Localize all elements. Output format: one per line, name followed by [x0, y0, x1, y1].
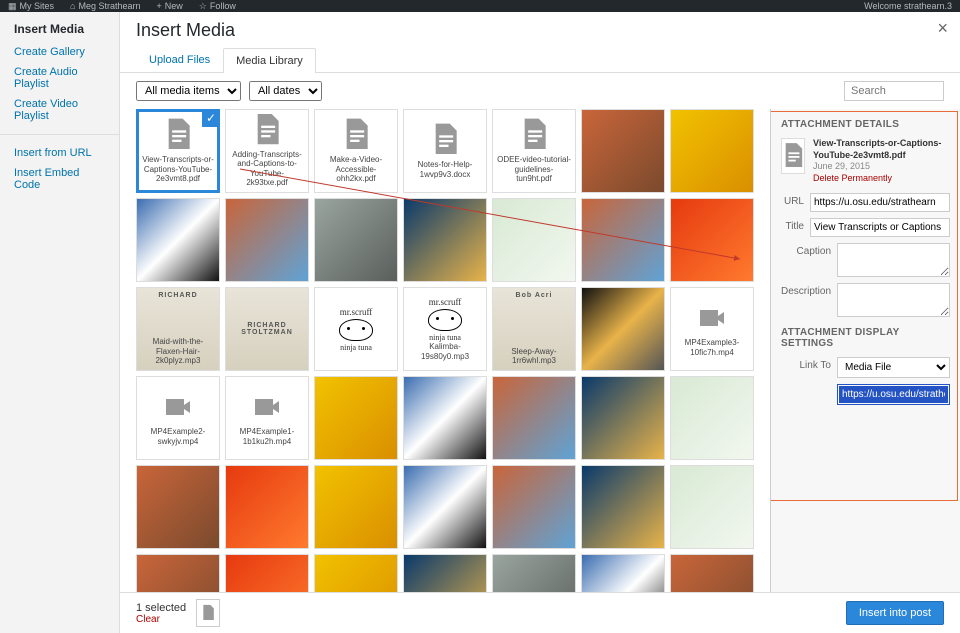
delete-permanently-link[interactable]: Delete Permanently [813, 173, 950, 185]
media-tile[interactable] [314, 198, 398, 282]
media-tile[interactable] [581, 465, 665, 549]
media-tile[interactable] [136, 198, 220, 282]
selected-thumb[interactable] [196, 599, 220, 627]
media-tile[interactable]: MP4Example1-1b1ku2h.mp4 [225, 376, 309, 460]
media-tile[interactable] [670, 465, 754, 549]
media-tile[interactable]: RICHARD STOLTZMAN [225, 287, 309, 371]
media-tile[interactable] [136, 465, 220, 549]
detail-thumbnail [781, 138, 805, 174]
media-tile[interactable] [403, 554, 487, 592]
display-settings-heading: ATTACHMENT DISPLAY SETTINGS [781, 327, 950, 349]
details-heading: ATTACHMENT DETAILS [781, 119, 950, 130]
media-tile[interactable] [314, 554, 398, 592]
attachment-details-panel: ATTACHMENT DETAILS View-Transcripts-or-C… [770, 109, 960, 592]
media-tile[interactable] [581, 554, 665, 592]
filters-toolbar: All media items All dates [120, 73, 960, 109]
url-label: URL [781, 193, 810, 207]
media-tile[interactable]: MP4Example3-10fic7h.mp4 [670, 287, 754, 371]
description-label: Description [781, 283, 837, 297]
modal-footer: 1 selected Clear Insert into post [120, 592, 960, 633]
caption-label: Caption [781, 243, 837, 257]
media-tile[interactable]: mr.scruffninja tunaKalimba-19s80y0.mp3 [403, 287, 487, 371]
admin-new[interactable]: + New [157, 1, 183, 12]
media-grid-scroll[interactable]: View-Transcripts-or-Captions-YouTube-2e3… [120, 109, 770, 592]
admin-home[interactable]: ⌂ Meg Strathearn [70, 1, 140, 12]
menu-title: Insert Media [0, 22, 119, 42]
plus-icon: + [157, 1, 162, 11]
media-tile[interactable] [492, 376, 576, 460]
caption-input[interactable] [837, 243, 950, 277]
url-input[interactable] [810, 193, 950, 212]
tab-media-library[interactable]: Media Library [223, 48, 316, 73]
filter-date-select[interactable]: All dates [249, 81, 322, 101]
home-icon: ⌂ [70, 1, 75, 11]
filter-type-select[interactable]: All media items [136, 81, 241, 101]
star-icon: ☆ [199, 1, 207, 12]
tabs: Upload Files Media Library [120, 41, 960, 73]
media-tile[interactable] [581, 198, 665, 282]
modal-title: Insert Media [136, 20, 944, 41]
media-tile[interactable] [670, 198, 754, 282]
detail-date: June 29, 2015 [813, 161, 950, 173]
media-tile[interactable]: Adding-Transcripts-and-Captions-to-YouTu… [225, 109, 309, 193]
media-tile[interactable] [403, 198, 487, 282]
media-tile[interactable]: Make-a-Video-Accessible-ohh2kx.pdf [314, 109, 398, 193]
media-tile[interactable]: ODEE-video-tutorial-guidelines-tun9ht.pd… [492, 109, 576, 193]
media-tile[interactable]: Bob AcriSleep-Away-1rr6whl.mp3 [492, 287, 576, 371]
menu-insert-url[interactable]: Insert from URL [0, 143, 119, 163]
media-tile[interactable]: MP4Example2-swkyjv.mp4 [136, 376, 220, 460]
search-input[interactable] [844, 81, 944, 101]
close-button[interactable]: × [937, 18, 948, 39]
clear-selection-link[interactable]: Clear [136, 614, 186, 625]
media-tile[interactable] [581, 109, 665, 193]
sites-icon: ▦ [8, 1, 17, 12]
linkto-label: Link To [781, 357, 837, 371]
menu-create-gallery[interactable]: Create Gallery [0, 42, 119, 62]
media-tile[interactable]: RICHARDMaid-with-the-Flaxen-Hair-2k0plyz… [136, 287, 220, 371]
menu-separator [0, 134, 119, 135]
media-tile[interactable] [670, 109, 754, 193]
modal-header: Insert Media × [120, 12, 960, 41]
admin-mysites[interactable]: ▦ My Sites [8, 1, 54, 12]
media-tile[interactable]: mr.scruffninja tuna [314, 287, 398, 371]
selected-check-icon: ✓ [202, 109, 220, 127]
selection-count: 1 selected [136, 602, 186, 614]
admin-welcome[interactable]: Welcome strathearn.3 [864, 1, 952, 11]
media-tile[interactable]: Notes-for-Help-1wvp9v3.docx [403, 109, 487, 193]
linkto-url-input[interactable] [839, 386, 948, 403]
modal-sidebar-menu: Insert Media Create Gallery Create Audio… [0, 12, 120, 633]
media-tile[interactable] [225, 465, 309, 549]
media-tile[interactable] [225, 554, 309, 592]
media-modal: Insert Media Create Gallery Create Audio… [0, 12, 960, 633]
menu-insert-embed[interactable]: Insert Embed Code [0, 163, 119, 195]
tab-upload-files[interactable]: Upload Files [136, 47, 223, 72]
admin-follow[interactable]: ☆ Follow [199, 1, 236, 12]
menu-create-video[interactable]: Create Video Playlist [0, 94, 119, 126]
title-label: Title [781, 218, 810, 232]
media-tile[interactable]: View-Transcripts-or-Captions-YouTube-2e3… [136, 109, 220, 193]
media-tile[interactable] [492, 198, 576, 282]
media-tile[interactable] [403, 376, 487, 460]
media-tile[interactable] [403, 465, 487, 549]
media-tile[interactable] [581, 287, 665, 371]
media-tile[interactable] [581, 376, 665, 460]
insert-into-post-button[interactable]: Insert into post [846, 601, 944, 625]
description-input[interactable] [837, 283, 950, 317]
media-tile[interactable] [225, 198, 309, 282]
admin-bar: ▦ My Sites ⌂ Meg Strathearn + New ☆ Foll… [0, 0, 960, 12]
media-tile[interactable] [314, 465, 398, 549]
media-tile[interactable] [492, 465, 576, 549]
media-tile[interactable] [314, 376, 398, 460]
title-input[interactable] [810, 218, 950, 237]
linkto-select[interactable]: Media File [837, 357, 950, 378]
detail-filename: View-Transcripts-or-Captions-YouTube-2e3… [813, 138, 950, 161]
menu-create-audio[interactable]: Create Audio Playlist [0, 62, 119, 94]
media-tile[interactable] [670, 376, 754, 460]
media-tile[interactable] [136, 554, 220, 592]
media-grid: View-Transcripts-or-Captions-YouTube-2e3… [136, 109, 754, 592]
media-tile[interactable] [670, 554, 754, 592]
media-tile[interactable] [492, 554, 576, 592]
